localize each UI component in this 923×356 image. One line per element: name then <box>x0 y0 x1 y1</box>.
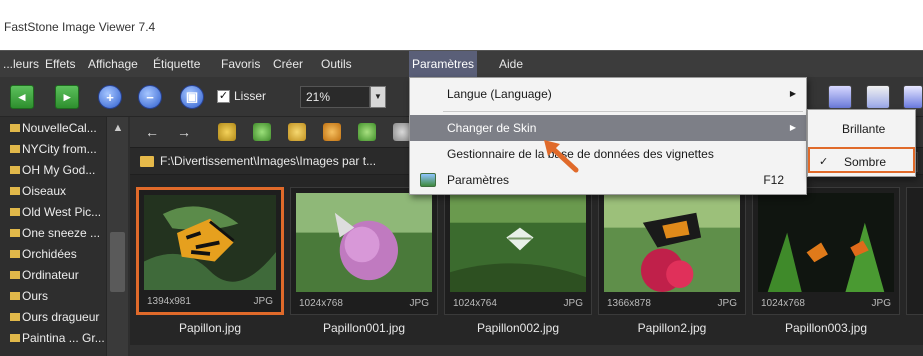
menu-effets[interactable]: Effets <box>42 51 78 78</box>
butterfly-thumbnail-image <box>758 193 894 292</box>
image-dimensions: 1024x768 <box>299 298 343 309</box>
next-folder-icon[interactable]: ▸ <box>55 85 79 109</box>
thumbnail-card[interactable]: 1024x764 JPG <box>444 187 592 315</box>
chevron-down-icon[interactable]: ▼ <box>370 86 386 108</box>
tree-item[interactable]: One sneeze ... <box>8 223 106 243</box>
parametres-menu: Langue (Language) ▶ Changer de Skin ▶ Ge… <box>409 77 807 195</box>
thumbnail-filename[interactable]: Papillon2.jpg <box>598 321 746 335</box>
butterfly-thumbnail-image <box>296 193 432 292</box>
slideshow-icon[interactable] <box>828 85 852 109</box>
thumbnail-card[interactable]: 1366x878 JPG <box>598 187 746 315</box>
tree-item[interactable]: Ours dragueur <box>8 307 106 327</box>
compare-icon[interactable] <box>866 85 890 109</box>
settings-icon <box>420 173 436 187</box>
chevron-up-icon[interactable]: ▲ <box>111 121 125 135</box>
tree-item[interactable]: Ordinateur <box>8 265 106 285</box>
image-dimensions: 1366x878 <box>607 298 651 309</box>
window-title: FastStone Image Viewer 7.4 <box>4 20 156 34</box>
thumbnail-card[interactable]: 1394x981 JPG <box>136 187 284 315</box>
image-format: JPG <box>563 298 583 309</box>
thumbnail-filename[interactable]: Papillon003.jpg <box>752 321 900 335</box>
skin-submenu: Brillante ✓ Sombre <box>807 109 916 177</box>
check-icon: ✓ <box>819 156 829 168</box>
menu-separator <box>443 111 803 112</box>
shortcut-label: F12 <box>763 173 784 187</box>
tree-item[interactable]: Old West Pic... <box>8 202 106 222</box>
submenu-item-sombre[interactable]: ✓ Sombre <box>808 147 915 173</box>
tree-item[interactable]: Ours <box>8 286 106 306</box>
menu-outils[interactable]: Outils <box>318 51 355 78</box>
new-folder-icon[interactable] <box>288 123 306 141</box>
butterfly-thumbnail-image <box>144 195 276 290</box>
grid-row-divider <box>130 345 923 356</box>
menu-creer[interactable]: Créer <box>270 51 306 78</box>
tree-item[interactable]: NouvelleCal... <box>8 118 106 138</box>
thumbnail-card[interactable]: 1024x768 JPG <box>752 187 900 315</box>
menu-aide[interactable]: Aide <box>496 51 526 78</box>
menu-item-parametres[interactable]: Paramètres F12 <box>410 167 806 193</box>
zoom-select[interactable]: 21% <box>300 86 370 108</box>
actual-size-icon[interactable]: ▣ <box>180 85 204 109</box>
image-dimensions: 1394x981 <box>147 296 191 307</box>
previous-folder-icon[interactable]: ◂ <box>10 85 34 109</box>
menu-bar: ...leurs Effets Affichage Étiquette Favo… <box>0 50 923 78</box>
back-arrow-icon[interactable]: ← <box>144 124 160 140</box>
tree-item[interactable]: Orchidées <box>8 244 106 264</box>
menu-favoris[interactable]: Favoris <box>218 51 263 78</box>
image-format: JPG <box>871 298 891 309</box>
image-format: JPG <box>409 298 429 309</box>
submenu-arrow-icon: ▶ <box>789 123 796 132</box>
tree-item[interactable]: Paintina ... Gr... <box>8 328 106 348</box>
tree-item[interactable]: OH My God... <box>8 160 106 180</box>
menu-parametres[interactable]: Paramètres <box>409 51 478 78</box>
submenu-item-brillante[interactable]: Brillante <box>808 116 915 142</box>
folder-icon <box>140 156 154 167</box>
title-bar: FastStone Image Viewer 7.4 <box>0 0 923 50</box>
butterfly-thumbnail-image <box>604 193 740 292</box>
thumbnail-grid: 1394x981 JPG Papillon.jpg 1024x768 JPG P… <box>130 175 923 356</box>
submenu-arrow-icon: ▶ <box>789 89 796 98</box>
thumbnail-filename[interactable]: Papillon002.jpg <box>444 321 592 335</box>
download-icon[interactable] <box>358 123 376 141</box>
menu-affichage[interactable]: Affichage <box>85 51 141 78</box>
thumbnail-card[interactable] <box>906 187 923 315</box>
lisser-label: Lisser <box>234 89 267 103</box>
folder-up-icon[interactable] <box>218 123 236 141</box>
forward-arrow-icon[interactable]: → <box>176 124 192 140</box>
open-folder-icon[interactable] <box>323 123 341 141</box>
scrollbar-thumb[interactable] <box>110 232 125 292</box>
image-dimensions: 1024x764 <box>453 298 497 309</box>
image-format: JPG <box>253 296 273 307</box>
zoom-out-icon[interactable]: − <box>138 85 162 109</box>
menu-item-langue[interactable]: Langue (Language) ▶ <box>410 81 806 107</box>
tree-item[interactable]: NYCity from... <box>8 139 106 159</box>
image-format: JPG <box>717 298 737 309</box>
lisser-checkbox[interactable]: ✓ <box>217 90 230 103</box>
menu-item-gestionnaire[interactable]: Gestionnaire de la base de données des v… <box>410 141 806 167</box>
zoom-in-icon[interactable]: + <box>98 85 122 109</box>
menu-item-changer-de-skin[interactable]: Changer de Skin ▶ <box>410 115 806 141</box>
email-icon[interactable] <box>903 85 923 109</box>
tree-item[interactable]: Oiseaux <box>8 181 106 201</box>
folder-tree: NouvelleCal... NYCity from... OH My God.… <box>0 117 130 356</box>
image-dimensions: 1024x768 <box>761 298 805 309</box>
thumbnail-filename[interactable]: Papillon001.jpg <box>290 321 438 335</box>
menu-couleurs[interactable]: ...leurs <box>0 51 42 78</box>
thumbnail-card[interactable]: 1024x768 JPG <box>290 187 438 315</box>
menu-etiquette[interactable]: Étiquette <box>150 51 203 78</box>
thumbnail-filename[interactable]: Papillon.jpg <box>136 321 284 335</box>
refresh-icon[interactable] <box>253 123 271 141</box>
folder-tree-scrollbar[interactable]: ▲ <box>106 117 128 356</box>
butterfly-thumbnail-image <box>450 193 586 292</box>
